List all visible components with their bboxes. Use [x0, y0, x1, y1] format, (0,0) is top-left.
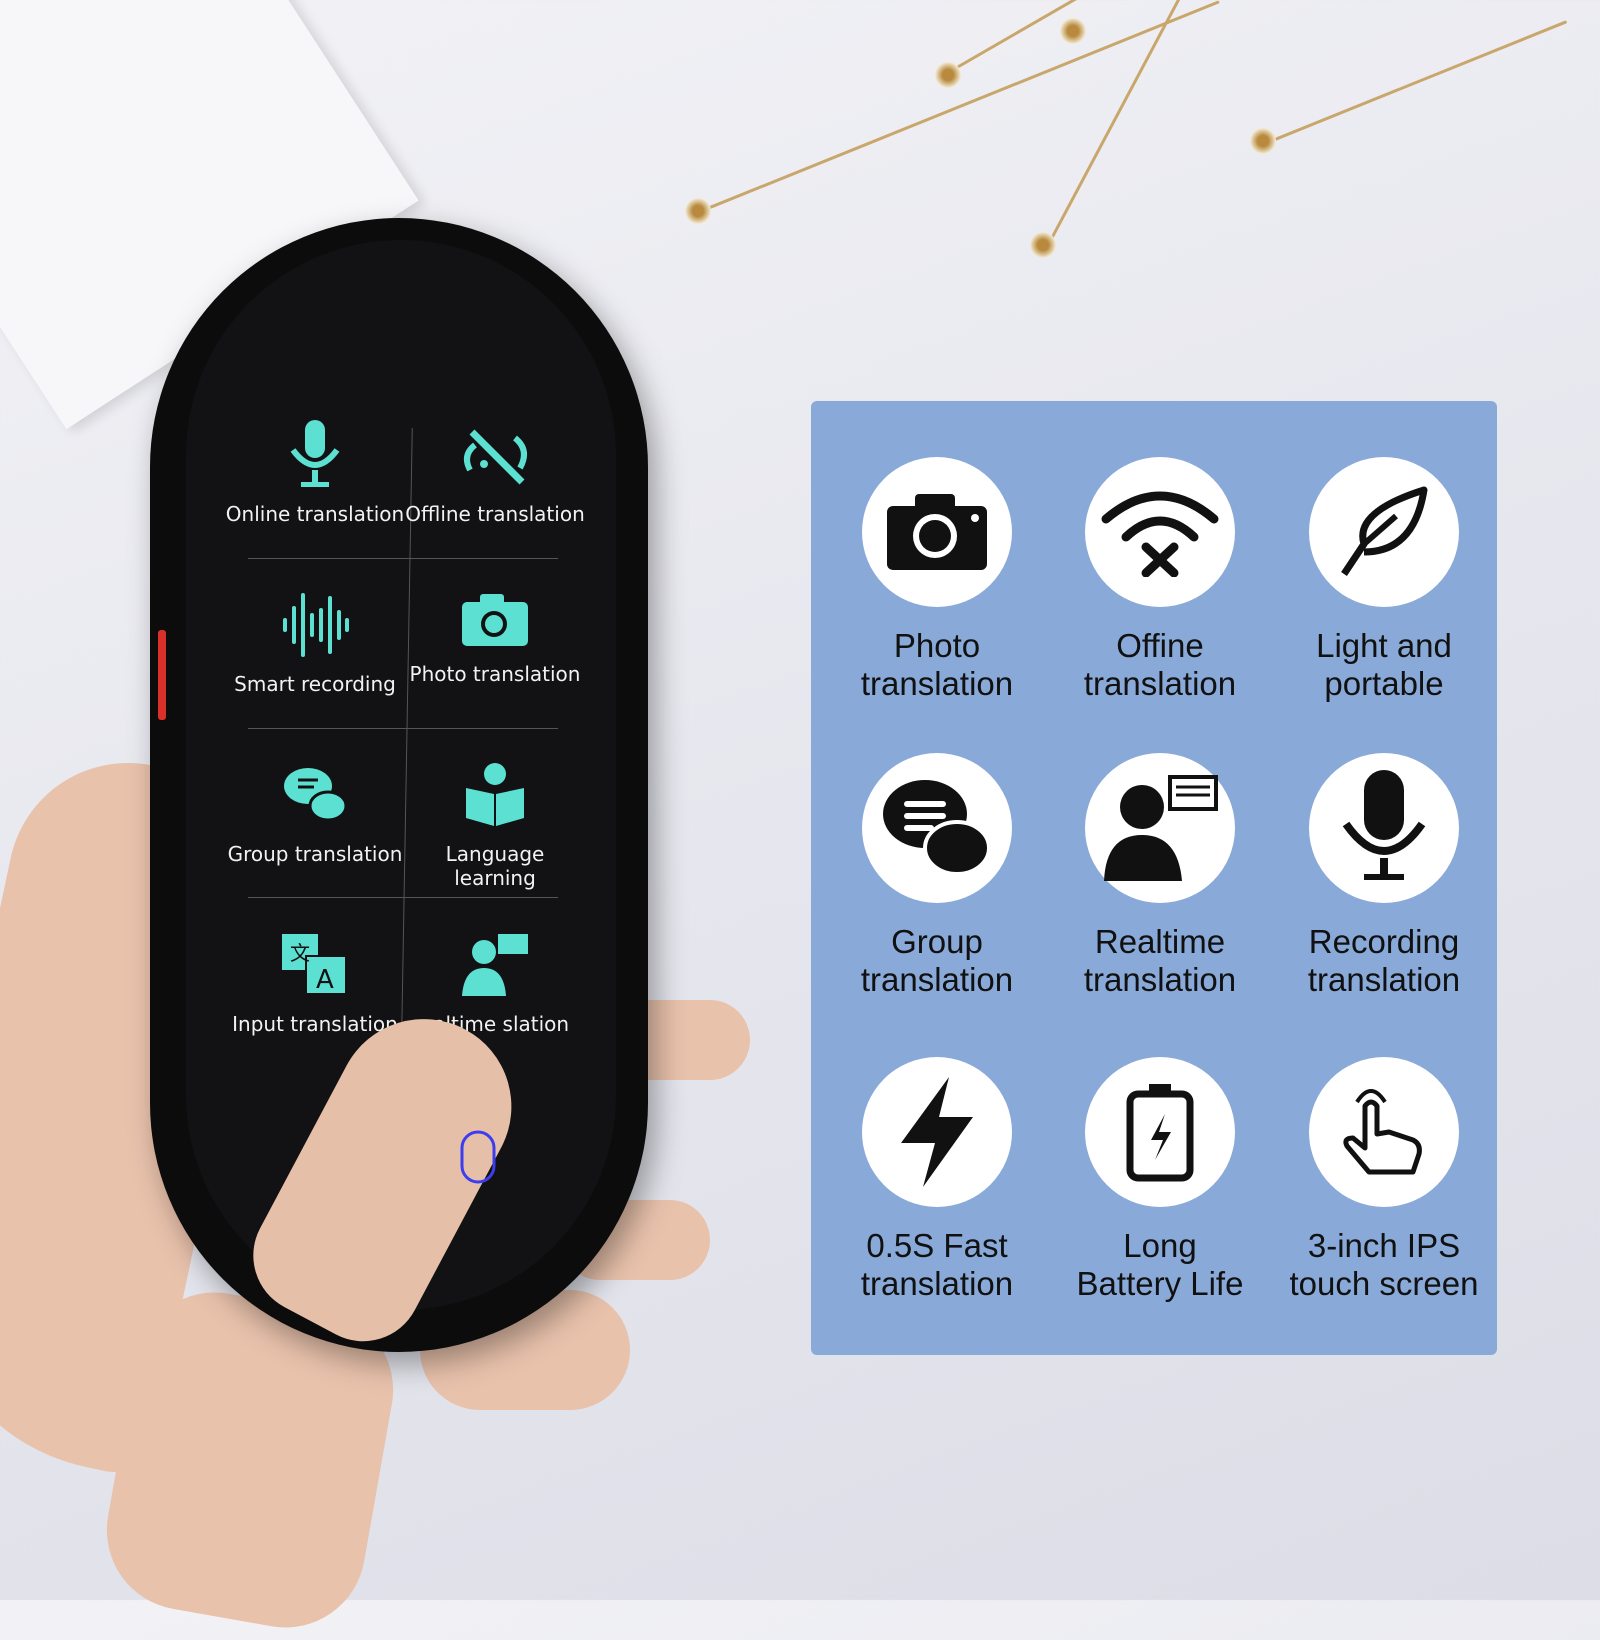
feature-fast-translation: 0.5S Fast translation	[825, 1057, 1049, 1303]
flower	[1030, 232, 1056, 258]
microphone-outline-icon	[460, 1130, 496, 1184]
camera-icon	[462, 594, 528, 646]
feature-group-translation: Group translation	[825, 753, 1049, 999]
feature-battery-life: Long Battery Life	[1048, 1057, 1272, 1303]
chat-bubbles-icon	[284, 768, 348, 822]
voice-button[interactable]	[456, 1130, 500, 1192]
menu-item-group-translation[interactable]: Group translation	[225, 760, 405, 920]
flower	[935, 62, 961, 88]
menu-item-online-translation[interactable]: Online translation	[225, 420, 405, 580]
side-button[interactable]	[158, 630, 166, 720]
waveform-icon	[283, 593, 349, 657]
feather-icon	[1341, 486, 1428, 576]
flower-stem	[1269, 20, 1568, 143]
feature-photo-translation: Photo translation	[825, 457, 1049, 703]
menu-item-smart-recording[interactable]: Smart recording	[225, 590, 405, 750]
reading-person-icon	[466, 763, 524, 826]
signal-off-icon	[463, 429, 527, 485]
feature-touch-screen: 3-inch IPS touch screen	[1272, 1057, 1496, 1303]
speaker-person-icon	[462, 934, 528, 996]
menu-item-offline-translation[interactable]: Offline translation	[405, 420, 585, 580]
flower	[1060, 18, 1086, 44]
flower	[685, 198, 711, 224]
speaker-person-icon	[1104, 775, 1218, 881]
touch-hand-icon	[1343, 1089, 1422, 1175]
flower	[1250, 128, 1276, 154]
features-panel: Photo translation Offine translation Light…	[811, 401, 1497, 1355]
microphone-icon	[290, 420, 340, 487]
lightning-icon	[901, 1077, 973, 1187]
flower-stem	[699, 0, 1220, 213]
chat-bubbles-icon	[883, 780, 991, 876]
camera-icon	[887, 494, 987, 570]
menu-item-photo-translation[interactable]: Photo translation	[405, 590, 585, 750]
svg-text:A: A	[316, 965, 334, 995]
microphone-icon	[1342, 770, 1426, 880]
translate-icon: 文A	[282, 934, 347, 995]
menu-item-language-learning[interactable]: Language learning	[405, 760, 585, 920]
feature-offline-translation: Offine translation	[1048, 457, 1272, 703]
svg-text:文: 文	[290, 941, 310, 965]
feature-realtime-translation: Realtime translation	[1048, 753, 1272, 999]
battery-icon	[1126, 1084, 1194, 1182]
wifi-off-icon	[1101, 491, 1219, 577]
feature-recording-translation: Recording translation	[1272, 753, 1496, 999]
feature-light-portable: Light and portable	[1272, 457, 1496, 703]
